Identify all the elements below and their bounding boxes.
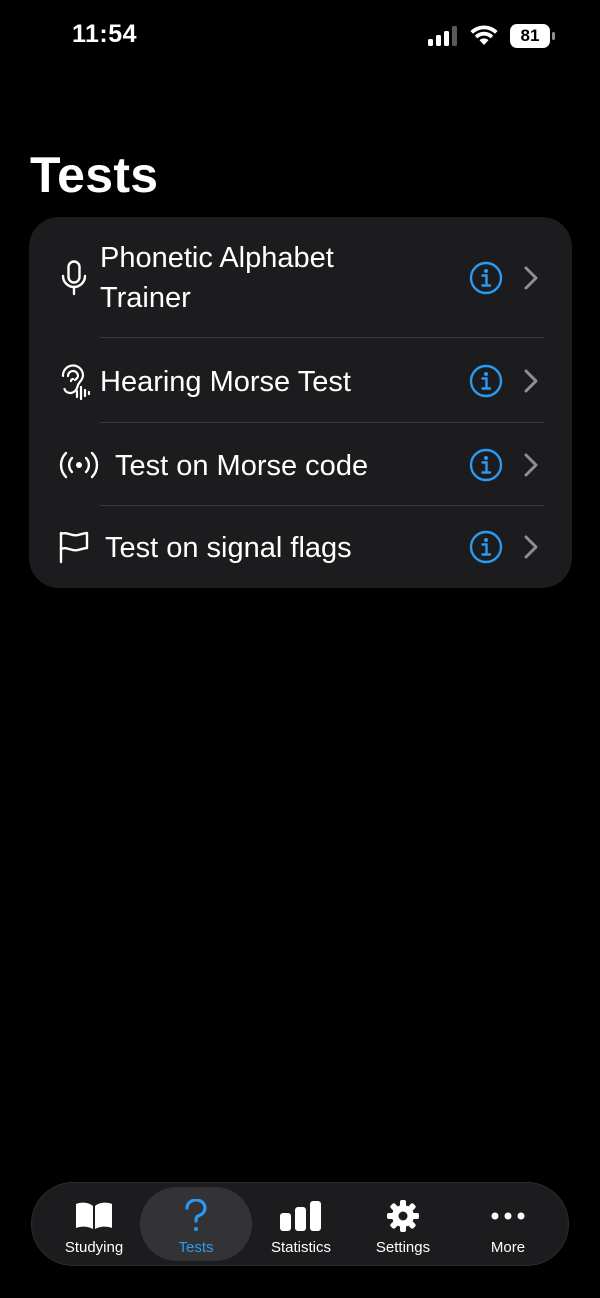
- tab-label: Statistics: [270, 1239, 331, 1256]
- page-title: Tests: [30, 147, 159, 203]
- tab-bar: Studying Tests Statistics Settings More: [31, 1182, 569, 1266]
- tab-label: Settings: [375, 1239, 431, 1256]
- status-indicators: 81: [428, 24, 556, 48]
- tab-statistics[interactable]: Statistics: [245, 1187, 357, 1261]
- ear-hearing-icon: [57, 361, 91, 401]
- list-item-test-on-morse-code[interactable]: Test on Morse code: [29, 423, 572, 506]
- flag-icon: [57, 527, 91, 567]
- chevron-right-icon: [523, 534, 539, 560]
- gear-icon: [347, 1199, 459, 1233]
- tab-more[interactable]: More: [452, 1187, 564, 1261]
- tab-tests[interactable]: Tests: [140, 1187, 252, 1261]
- battery-level: 81: [520, 26, 540, 45]
- list-item-test-on-signal-flags[interactable]: Test on signal flags: [29, 506, 572, 588]
- info-icon[interactable]: [469, 530, 503, 564]
- list-item-label: Test on Morse code: [115, 450, 369, 482]
- status-bar: 11:54 81: [0, 0, 600, 72]
- cellular-signal-icon: [428, 26, 458, 46]
- tab-studying[interactable]: Studying: [38, 1187, 150, 1261]
- tests-list: Phonetic Alphabet Trainer Hearing Morse …: [29, 217, 572, 588]
- info-icon[interactable]: [469, 448, 503, 482]
- status-time: 11:54: [72, 20, 138, 48]
- microphone-icon: [57, 258, 91, 298]
- list-item-phonetic-alphabet-trainer[interactable]: Phonetic Alphabet Trainer: [29, 217, 572, 338]
- chevron-right-icon: [523, 368, 539, 394]
- list-item-label: Phonetic Alphabet Trainer: [100, 242, 334, 314]
- book-icon: [38, 1199, 150, 1233]
- bar-chart-icon: [245, 1199, 357, 1233]
- list-item-label: Test on signal flags: [105, 532, 352, 564]
- list-item-label: Hearing Morse Test: [100, 366, 351, 398]
- tab-label: More: [490, 1239, 526, 1256]
- question-mark-icon: [140, 1199, 252, 1233]
- chevron-right-icon: [523, 452, 539, 478]
- tab-label: Tests: [178, 1239, 214, 1256]
- tab-label: Studying: [64, 1239, 124, 1256]
- info-icon[interactable]: [469, 364, 503, 398]
- battery-icon: 81: [510, 24, 556, 48]
- list-item-hearing-morse-test[interactable]: Hearing Morse Test: [29, 338, 572, 423]
- info-icon[interactable]: [469, 261, 503, 295]
- tab-settings[interactable]: Settings: [347, 1187, 459, 1261]
- ellipsis-icon: [452, 1199, 564, 1233]
- chevron-right-icon: [523, 265, 539, 291]
- broadcast-waves-icon: [57, 445, 101, 485]
- wifi-icon: [470, 25, 498, 47]
